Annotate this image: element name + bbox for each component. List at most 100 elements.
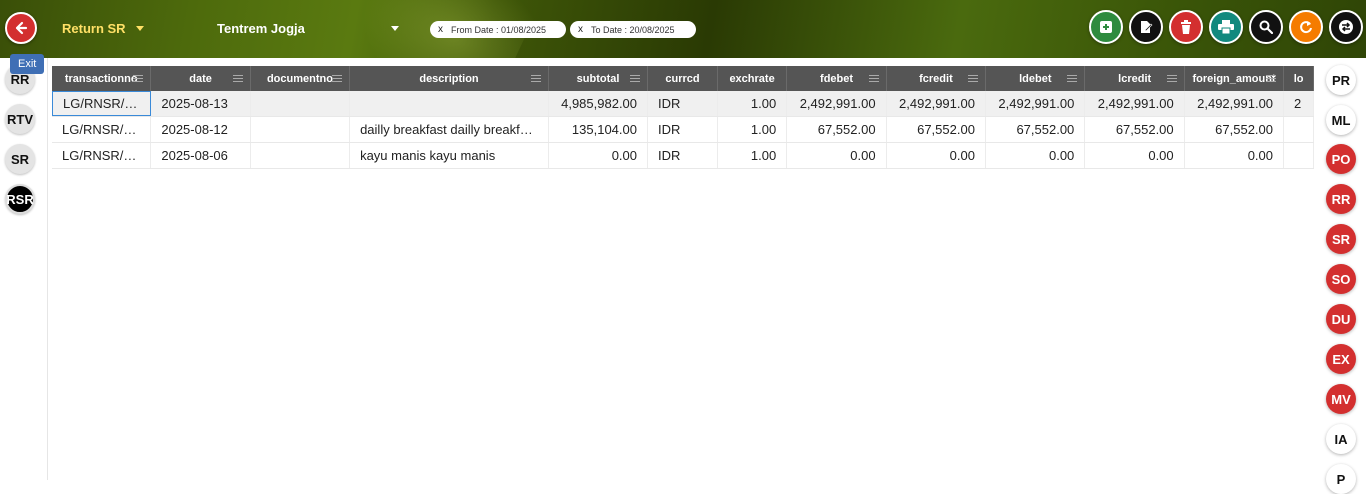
cell-lcredit[interactable]: 0.00: [1085, 143, 1185, 168]
plus-square-icon: [1100, 21, 1112, 33]
add-button[interactable]: [1089, 10, 1123, 44]
cell-fcredit[interactable]: 2,492,991.00: [887, 91, 986, 116]
filter-chip-from-date: x From Date : 01/08/2025: [430, 21, 566, 38]
chip-remove-button[interactable]: x: [578, 24, 583, 35]
cell-documentno[interactable]: [251, 91, 351, 116]
rail-button-rtv[interactable]: RTV: [5, 104, 35, 134]
table-row[interactable]: LG/RNSR/2... 2025-08-06 kayu manis kayu …: [52, 143, 1314, 169]
cell-foreign-amount[interactable]: 2,492,991.00: [1185, 91, 1285, 116]
cell-ldebet[interactable]: 67,552.00: [986, 117, 1086, 142]
rail-button-ex[interactable]: EX: [1326, 344, 1356, 374]
rail-button-sr[interactable]: SR: [5, 144, 35, 174]
column-menu-icon[interactable]: [868, 75, 879, 82]
cell-ldebet[interactable]: 2,492,991.00: [986, 91, 1086, 116]
cell-fcredit[interactable]: 67,552.00: [887, 117, 986, 142]
column-menu-icon[interactable]: [133, 75, 144, 82]
cell-date[interactable]: 2025-08-13: [151, 91, 251, 116]
cell-exchrate[interactable]: 1.00: [718, 91, 788, 116]
column-menu-icon[interactable]: [332, 75, 343, 82]
cell-exchrate[interactable]: 1.00: [718, 143, 788, 168]
column-menu-icon[interactable]: [968, 75, 979, 82]
cell-subtotal[interactable]: 135,104.00: [549, 117, 648, 142]
column-menu-icon[interactable]: [1166, 75, 1177, 82]
column-menu-icon[interactable]: [1067, 75, 1078, 82]
back-button[interactable]: [5, 12, 37, 44]
column-header[interactable]: fcredit: [887, 66, 987, 91]
grid-header: transactionno date documentno descriptio…: [52, 66, 1314, 91]
search-button[interactable]: [1249, 10, 1283, 44]
cell-exchrate[interactable]: 1.00: [718, 117, 788, 142]
column-header[interactable]: exchrate: [718, 66, 788, 91]
column-header[interactable]: lcredit: [1085, 66, 1185, 91]
cell-fcredit[interactable]: 0.00: [887, 143, 986, 168]
column-header[interactable]: fdebet: [787, 66, 887, 91]
column-header[interactable]: subtotal: [549, 66, 649, 91]
rail-button-p[interactable]: P: [1326, 464, 1356, 494]
cell-currcd[interactable]: IDR: [648, 143, 718, 168]
cell-subtotal[interactable]: 4,985,982.00: [549, 91, 649, 116]
cell-overflow[interactable]: [1284, 143, 1314, 168]
rail-button-rr[interactable]: RR: [1326, 184, 1356, 214]
transfer-button[interactable]: [1329, 10, 1363, 44]
branch-dropdown[interactable]: Tentrem Jogja: [217, 21, 399, 36]
cell-transactionno[interactable]: LG/RNSR/2...: [52, 117, 152, 142]
branch-label: Tentrem Jogja: [217, 21, 305, 36]
edit-button[interactable]: [1129, 10, 1163, 44]
rail-button-mv[interactable]: MV: [1326, 384, 1356, 414]
column-header[interactable]: description: [350, 66, 549, 91]
cell-fdebet[interactable]: 67,552.00: [787, 117, 887, 142]
rail-button-ia[interactable]: IA: [1326, 424, 1356, 454]
column-header[interactable]: documentno: [251, 66, 351, 91]
rail-button-sr[interactable]: SR: [1326, 224, 1356, 254]
cell-ldebet[interactable]: 0.00: [986, 143, 1086, 168]
column-header[interactable]: currcd: [648, 66, 718, 91]
exit-tooltip: Exit: [10, 54, 45, 74]
cell-foreign-amount[interactable]: 67,552.00: [1185, 117, 1285, 142]
delete-button[interactable]: [1169, 10, 1203, 44]
cell-overflow[interactable]: [1284, 117, 1314, 142]
rail-button-so[interactable]: SO: [1326, 264, 1356, 294]
cell-fdebet[interactable]: 0.00: [787, 143, 887, 168]
column-header[interactable]: foreign_amount: [1185, 66, 1285, 91]
column-header[interactable]: transactionno: [52, 66, 152, 91]
chevron-down-icon: [135, 26, 144, 31]
module-dropdown[interactable]: Return SR: [62, 21, 144, 36]
cell-subtotal[interactable]: 0.00: [549, 143, 648, 168]
refresh-button[interactable]: [1289, 10, 1323, 44]
cell-fdebet[interactable]: 2,492,991.00: [787, 91, 887, 116]
column-menu-icon[interactable]: [630, 75, 641, 82]
cell-transactionno[interactable]: LG/RNSR/2...: [52, 91, 152, 116]
table-row[interactable]: LG/RNSR/2... 2025-08-12 dailly breakfast…: [52, 117, 1314, 143]
rail-button-pr[interactable]: PR: [1326, 65, 1356, 95]
rail-button-rsr[interactable]: RSR: [5, 184, 35, 214]
column-menu-icon[interactable]: [1266, 75, 1277, 82]
print-button[interactable]: [1209, 10, 1243, 44]
cell-overflow[interactable]: 2: [1284, 91, 1314, 116]
cell-date[interactable]: 2025-08-06: [151, 143, 251, 168]
refresh-icon: [1300, 21, 1312, 34]
cell-documentno[interactable]: [251, 117, 351, 142]
arrow-left-icon: [15, 21, 28, 35]
cell-foreign-amount[interactable]: 0.00: [1185, 143, 1285, 168]
cell-currcd[interactable]: IDR: [648, 91, 718, 116]
cell-documentno[interactable]: [251, 143, 351, 168]
cell-date[interactable]: 2025-08-12: [151, 117, 251, 142]
rail-button-du[interactable]: DU: [1326, 304, 1356, 334]
cell-lcredit[interactable]: 67,552.00: [1085, 117, 1185, 142]
cell-transactionno[interactable]: LG/RNSR/2...: [52, 143, 152, 168]
column-header[interactable]: lo: [1284, 66, 1314, 91]
table-row[interactable]: LG/RNSR/2... 2025-08-13 4,985,982.00 IDR…: [52, 91, 1314, 117]
chevron-down-icon: [391, 26, 399, 31]
column-header[interactable]: ldebet: [986, 66, 1086, 91]
column-menu-icon[interactable]: [232, 75, 243, 82]
rail-button-po[interactable]: PO: [1326, 144, 1356, 174]
rail-button-ml[interactable]: ML: [1326, 105, 1356, 135]
cell-currcd[interactable]: IDR: [648, 117, 718, 142]
chip-remove-button[interactable]: x: [438, 24, 443, 35]
cell-description[interactable]: kayu manis kayu manis: [350, 143, 549, 168]
cell-description[interactable]: dailly breakfast dailly breakfa...: [350, 117, 549, 142]
cell-description[interactable]: [350, 91, 549, 116]
column-menu-icon[interactable]: [530, 75, 541, 82]
cell-lcredit[interactable]: 2,492,991.00: [1085, 91, 1185, 116]
column-header[interactable]: date: [151, 66, 251, 91]
